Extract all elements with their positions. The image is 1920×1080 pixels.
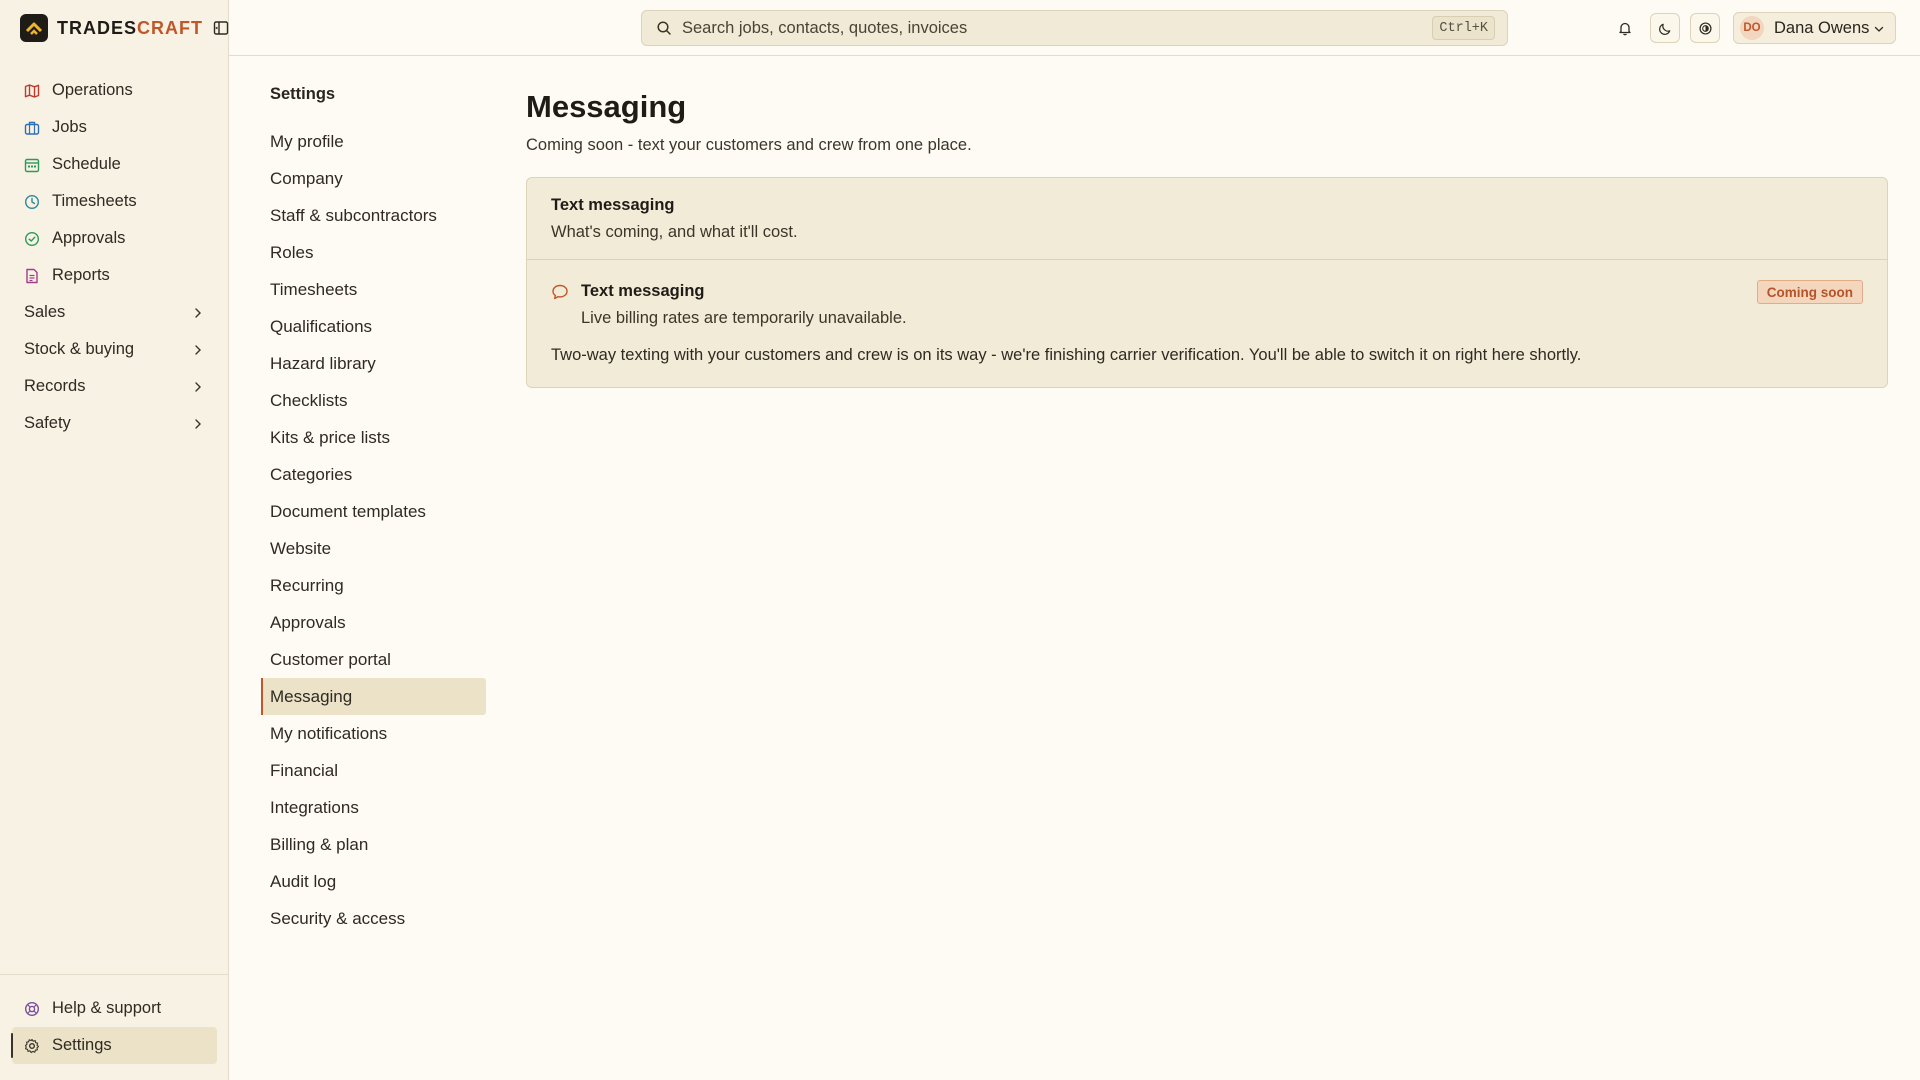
nav-label: Timesheets bbox=[52, 192, 137, 210]
map-icon bbox=[24, 83, 40, 98]
settings-item-staff-subcontractors[interactable]: Staff & subcontractors bbox=[261, 197, 486, 234]
nav-label: Safety bbox=[24, 414, 71, 432]
brand-name: TRADESCRAFT bbox=[57, 17, 204, 38]
sidebar-collapse-icon[interactable] bbox=[212, 19, 230, 37]
app-sidebar: TRADESCRAFT Operations Jobs Schedule Tim… bbox=[0, 0, 229, 1080]
coming-soon-badge: Coming soon bbox=[1756, 280, 1863, 304]
settings-item-integrations[interactable]: Integrations bbox=[261, 789, 486, 826]
billing-rates-note: Live billing rates are temporarily unava… bbox=[581, 309, 907, 327]
nav-label: Approvals bbox=[52, 229, 126, 247]
card-header: Text messaging What's coming, and what i… bbox=[527, 178, 1887, 260]
chevron-down-icon bbox=[1874, 26, 1884, 32]
chevron-right-icon bbox=[195, 345, 201, 355]
nav-label: Jobs bbox=[52, 118, 87, 136]
sidebar-footer: Help & support Settings bbox=[0, 974, 228, 1064]
search-icon bbox=[657, 21, 671, 35]
nav-label: Sales bbox=[24, 303, 66, 321]
settings-item-security-access[interactable]: Security & access bbox=[261, 900, 486, 937]
avatar: DO bbox=[1740, 16, 1764, 40]
contrast-toggle[interactable] bbox=[1690, 13, 1720, 43]
lifebuoy-icon bbox=[24, 1001, 40, 1016]
settings-item-website[interactable]: Website bbox=[261, 530, 486, 567]
search-input[interactable] bbox=[682, 18, 1433, 38]
feature-description: Two-way texting with your customers and … bbox=[551, 346, 1582, 364]
top-bar: Ctrl+K DO Dana Owens bbox=[229, 0, 1920, 56]
nav-label: Records bbox=[24, 377, 86, 395]
feature-row: Text messaging Live billing rates are te… bbox=[551, 282, 1863, 328]
brand-logo bbox=[20, 14, 48, 42]
settings-item-kits-price-lists[interactable]: Kits & price lists bbox=[261, 419, 486, 456]
notifications-button[interactable] bbox=[1610, 13, 1640, 43]
nav-group-safety[interactable]: Safety bbox=[12, 405, 217, 442]
nav-label: Settings bbox=[52, 1036, 112, 1054]
settings-item-document-templates[interactable]: Document templates bbox=[261, 493, 486, 530]
card-description: What's coming, and what it'll cost. bbox=[551, 223, 798, 241]
chat-bubble-icon bbox=[552, 284, 568, 300]
nav-group-stock-buying[interactable]: Stock & buying bbox=[12, 331, 217, 368]
feature-title: Text messaging bbox=[581, 282, 705, 300]
settings-item-roles[interactable]: Roles bbox=[261, 234, 486, 271]
nav-item-settings[interactable]: Settings bbox=[11, 1027, 217, 1064]
nav-item-approvals[interactable]: Approvals bbox=[12, 220, 217, 257]
chevron-right-icon bbox=[195, 382, 201, 392]
nav-label: Operations bbox=[52, 81, 133, 99]
nav-label: Help & support bbox=[52, 999, 162, 1017]
nav-label: Reports bbox=[52, 266, 110, 284]
moon-icon bbox=[1658, 23, 1670, 35]
settings-item-messaging[interactable]: Messaging bbox=[261, 678, 486, 715]
search-shortcut-hint: Ctrl+K bbox=[1432, 16, 1495, 40]
settings-item-approvals[interactable]: Approvals bbox=[261, 604, 486, 641]
settings-nav: Settings My profile Company Staff & subc… bbox=[261, 82, 486, 937]
document-icon bbox=[26, 268, 38, 283]
bell-icon bbox=[1619, 22, 1631, 36]
settings-nav-title: Settings bbox=[270, 85, 336, 103]
user-name: Dana Owens bbox=[1774, 18, 1870, 37]
calendar-icon bbox=[24, 158, 40, 172]
nav-item-reports[interactable]: Reports bbox=[12, 257, 217, 294]
user-menu-button[interactable]: DO Dana Owens bbox=[1733, 12, 1896, 44]
settings-item-recurring[interactable]: Recurring bbox=[261, 567, 486, 604]
settings-item-billing-plan[interactable]: Billing & plan bbox=[261, 826, 486, 863]
settings-item-checklists[interactable]: Checklists bbox=[261, 382, 486, 419]
main-content: Messaging Coming soon - text your custom… bbox=[526, 88, 1889, 388]
chevron-right-icon bbox=[195, 419, 201, 429]
nav-group-sales[interactable]: Sales bbox=[12, 294, 217, 331]
clock-icon bbox=[24, 194, 40, 209]
nav-label: Stock & buying bbox=[24, 340, 135, 358]
briefcase-icon bbox=[24, 121, 40, 135]
page-title: Messaging bbox=[526, 89, 687, 124]
nav-item-help-support[interactable]: Help & support bbox=[12, 990, 217, 1027]
settings-item-financial[interactable]: Financial bbox=[261, 752, 486, 789]
settings-item-customer-portal[interactable]: Customer portal bbox=[261, 641, 486, 678]
settings-item-my-profile[interactable]: My profile bbox=[261, 123, 486, 160]
contrast-icon bbox=[1698, 21, 1712, 35]
page-subtitle: Coming soon - text your customers and cr… bbox=[526, 136, 972, 154]
feature-text: Text messaging Live billing rates are te… bbox=[581, 282, 907, 328]
app-nav: Operations Jobs Schedule Timesheets Appr… bbox=[12, 72, 217, 442]
card-body: Text messaging Live billing rates are te… bbox=[527, 260, 1887, 387]
nav-item-jobs[interactable]: Jobs bbox=[12, 109, 217, 146]
nav-item-timesheets[interactable]: Timesheets bbox=[12, 183, 217, 220]
global-search[interactable]: Ctrl+K bbox=[641, 10, 1508, 46]
gear-icon bbox=[24, 1038, 40, 1053]
nav-item-operations[interactable]: Operations bbox=[12, 72, 217, 109]
dark-mode-toggle[interactable] bbox=[1650, 13, 1680, 43]
settings-item-company[interactable]: Company bbox=[261, 160, 486, 197]
chevron-right-icon bbox=[195, 308, 201, 318]
settings-item-qualifications[interactable]: Qualifications bbox=[261, 308, 486, 345]
card-heading: Text messaging bbox=[551, 196, 675, 214]
nav-item-schedule[interactable]: Schedule bbox=[12, 146, 217, 183]
settings-item-timesheets[interactable]: Timesheets bbox=[261, 271, 486, 308]
brand: TRADESCRAFT bbox=[20, 14, 230, 42]
check-circle-icon bbox=[24, 231, 40, 246]
nav-group-records[interactable]: Records bbox=[12, 368, 217, 405]
settings-item-my-notifications[interactable]: My notifications bbox=[261, 715, 486, 752]
settings-item-audit-log[interactable]: Audit log bbox=[261, 863, 486, 900]
settings-item-hazard-library[interactable]: Hazard library bbox=[261, 345, 486, 382]
nav-label: Schedule bbox=[52, 155, 121, 173]
text-messaging-card: Text messaging What's coming, and what i… bbox=[526, 177, 1888, 388]
settings-item-categories[interactable]: Categories bbox=[261, 456, 486, 493]
